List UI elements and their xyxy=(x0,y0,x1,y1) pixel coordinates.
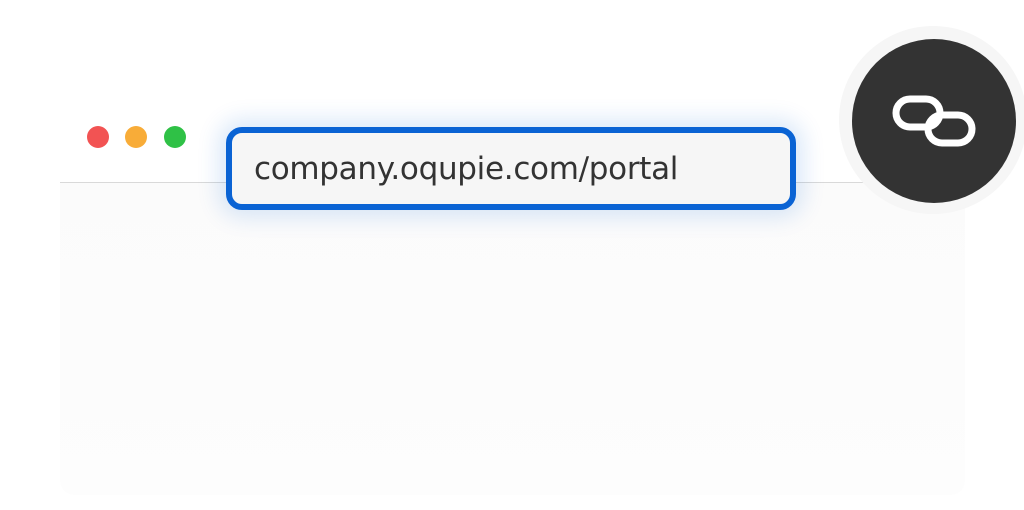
illustration-stage: company.oqupie.com/portal xyxy=(0,0,1024,510)
link-icon xyxy=(892,95,976,147)
address-bar-url: company.oqupie.com/portal xyxy=(254,150,679,187)
link-badge[interactable] xyxy=(852,39,1016,203)
address-bar[interactable]: company.oqupie.com/portal xyxy=(226,127,796,210)
window-maximize-button[interactable] xyxy=(164,126,186,148)
window-minimize-button[interactable] xyxy=(125,126,147,148)
window-close-button[interactable] xyxy=(87,126,109,148)
browser-content-area xyxy=(60,183,965,495)
